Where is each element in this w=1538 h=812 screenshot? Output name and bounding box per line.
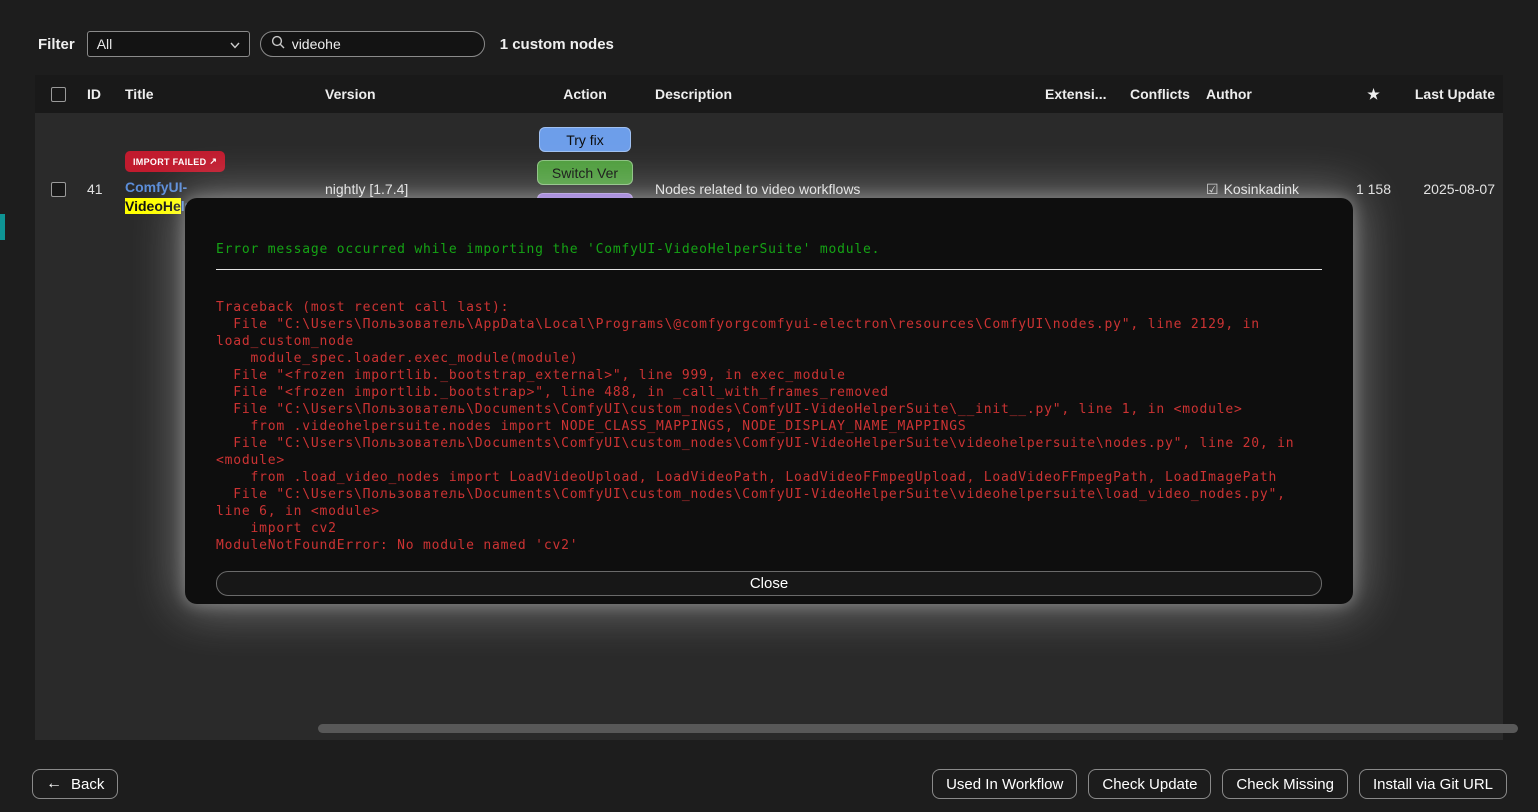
import-failed-badge[interactable]: IMPORT FAILED ↗: [125, 151, 226, 172]
switch-ver-button[interactable]: Switch Ver: [537, 160, 633, 185]
back-label: Back: [71, 775, 105, 793]
back-arrow-icon: ←: [46, 775, 62, 792]
import-error-modal: Error message occurred while importing t…: [185, 198, 1353, 604]
filter-dropdown[interactable]: All: [86, 31, 250, 57]
row-stars: 1 158: [1355, 181, 1392, 197]
select-all-checkbox[interactable]: [51, 86, 66, 102]
error-message: Error message occurred while importing t…: [216, 242, 881, 257]
table-header-row: ID Title Version Action Description Exte…: [35, 75, 1503, 113]
header-action[interactable]: Action: [515, 86, 655, 102]
close-button[interactable]: Close: [216, 571, 1322, 596]
header-extensions[interactable]: Extensi...: [1045, 86, 1130, 102]
title-prefix: ComfyUI-: [125, 179, 188, 195]
install-via-git-url-button[interactable]: Install via Git URL: [1358, 769, 1507, 799]
try-fix-button[interactable]: Try fix: [539, 127, 631, 152]
row-select-cell: [35, 113, 87, 235]
error-traceback: Traceback (most recent call last): File …: [216, 300, 1295, 553]
header-author[interactable]: Author: [1206, 86, 1346, 102]
search-icon: [271, 35, 285, 54]
search-input[interactable]: [291, 36, 474, 52]
comfyui-manager-window: Filter All 1 custom nodes ID Title Versi…: [0, 0, 1538, 812]
import-failed-label: IMPORT FAILED: [133, 156, 207, 167]
footer-actions: Used In Workflow Check Update Check Miss…: [932, 769, 1507, 799]
used-in-workflow-button[interactable]: Used In Workflow: [932, 769, 1078, 799]
row-last-update: 2025-08-07: [1423, 181, 1495, 197]
header-last-update[interactable]: Last Update: [1401, 86, 1503, 102]
external-link-icon: ↗: [209, 156, 218, 166]
filter-label: Filter: [38, 35, 75, 53]
results-count: 1 custom nodes: [499, 35, 614, 53]
chevron-down-icon: [230, 36, 240, 52]
row-checkbox[interactable]: [51, 181, 66, 197]
search-box[interactable]: [259, 31, 485, 57]
header-description[interactable]: Description: [655, 86, 1045, 102]
header-conflicts[interactable]: Conflicts: [1130, 86, 1206, 102]
back-button[interactable]: ← Back: [32, 769, 119, 799]
header-id[interactable]: ID: [87, 86, 125, 102]
title-search-highlight: VideoHe: [125, 198, 181, 214]
toolbar: Filter All 1 custom nodes: [38, 30, 614, 58]
filter-selected-value: All: [96, 36, 113, 52]
row-author: Kosinkadink: [1223, 181, 1300, 197]
author-verified-icon: ☑: [1206, 180, 1219, 197]
horizontal-scrollbar-thumb[interactable]: [318, 724, 1518, 733]
check-update-button[interactable]: Check Update: [1088, 769, 1212, 799]
header-select-all-cell: [35, 86, 87, 102]
header-title[interactable]: Title: [125, 86, 325, 102]
header-star-icon[interactable]: ★: [1346, 86, 1401, 103]
check-missing-button[interactable]: Check Missing: [1222, 769, 1348, 799]
row-id: 41: [87, 181, 103, 197]
modal-divider: [216, 269, 1322, 270]
header-version[interactable]: Version: [325, 86, 515, 102]
left-edge-scroll-indicator[interactable]: [0, 214, 5, 240]
